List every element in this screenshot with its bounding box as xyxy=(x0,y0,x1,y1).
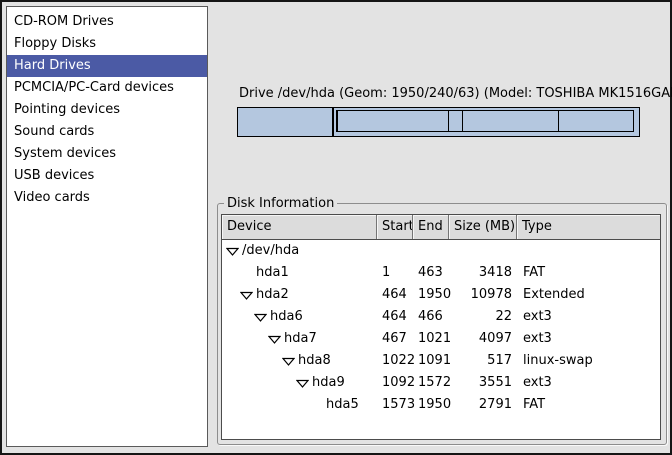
device-name: hda8 xyxy=(298,350,331,372)
column-header-start[interactable]: Start xyxy=(377,215,413,239)
end-cell: 463 xyxy=(413,262,449,284)
expander-open-icon[interactable] xyxy=(268,335,281,344)
column-header-end[interactable]: End xyxy=(413,215,449,239)
size-cell: 3551 xyxy=(449,372,517,394)
expander-open-icon[interactable] xyxy=(240,291,253,300)
table-row-hda5[interactable]: hda5 157319502791FAT xyxy=(222,394,660,416)
sidebar-item-pointing-devices[interactable]: Pointing devices xyxy=(7,99,207,121)
start-cell: 1 xyxy=(377,262,413,284)
expander-icon[interactable] xyxy=(226,247,242,256)
end-cell: 1021 xyxy=(413,328,449,350)
start-cell: 464 xyxy=(377,284,413,306)
table-row-hda1[interactable]: hda1 14633418FAT xyxy=(222,262,660,284)
table-row-hda7[interactable]: hda7 46710214097ext3 xyxy=(222,328,660,350)
partition-segment-hda9 xyxy=(462,110,559,132)
size-cell: 517 xyxy=(449,350,517,372)
expander-open-icon[interactable] xyxy=(226,247,239,256)
partition-segment-hda1 xyxy=(238,108,333,136)
sidebar-item-system-devices[interactable]: System devices xyxy=(7,143,207,165)
expander-icon[interactable] xyxy=(240,291,256,300)
device-cell: hda2 xyxy=(222,284,377,306)
start-cell: 1573 xyxy=(377,394,413,416)
table-row-hda9[interactable]: hda9 109215723551ext3 xyxy=(222,372,660,394)
column-header-type[interactable]: Type xyxy=(517,215,660,239)
end-cell: 1091 xyxy=(413,350,449,372)
size-cell xyxy=(449,240,517,262)
sidebar-item-cd-rom-drives[interactable]: CD-ROM Drives xyxy=(7,11,207,33)
device-category-list[interactable]: CD-ROM DrivesFloppy DisksHard DrivesPCMC… xyxy=(6,6,208,447)
logical-partitions xyxy=(336,110,637,132)
disk-information-frame: Disk Information Device Start End Size (… xyxy=(217,203,667,445)
sidebar-item-hard-drives[interactable]: Hard Drives xyxy=(7,55,207,77)
sidebar-item-floppy-disks[interactable]: Floppy Disks xyxy=(7,33,207,55)
device-name: hda6 xyxy=(270,306,303,328)
table-row-hda6[interactable]: hda6 46446622ext3 xyxy=(222,306,660,328)
sidebar-item-usb-devices[interactable]: USB devices xyxy=(7,165,207,187)
device-cell: /dev/hda xyxy=(222,240,377,262)
end-cell: 466 xyxy=(413,306,449,328)
end-cell: 1950 xyxy=(413,284,449,306)
partition-segment-hda2-extended xyxy=(333,108,639,136)
device-name: hda1 xyxy=(256,262,289,284)
size-cell: 2791 xyxy=(449,394,517,416)
device-cell: hda9 xyxy=(222,372,377,394)
start-cell: 464 xyxy=(377,306,413,328)
disk-table-body: /dev/hdahda114633418FAThda2464195010978E… xyxy=(222,240,660,416)
type-cell: linux-swap xyxy=(517,350,660,372)
type-cell: FAT xyxy=(517,262,660,284)
type-cell: FAT xyxy=(517,394,660,416)
device-cell: hda7 xyxy=(222,328,377,350)
drive-title: Drive /dev/hda (Geom: 1950/240/63) (Mode… xyxy=(239,86,672,101)
column-header-device[interactable]: Device xyxy=(222,215,377,239)
device-name: hda5 xyxy=(326,394,359,416)
sidebar-item-video-cards[interactable]: Video cards xyxy=(7,187,207,209)
expander-open-icon[interactable] xyxy=(296,379,309,388)
column-header-size-mb[interactable]: Size (MB) xyxy=(449,215,517,239)
frame-label: Disk Information xyxy=(224,195,337,212)
partition-bar xyxy=(237,107,640,137)
type-cell: ext3 xyxy=(517,372,660,394)
start-cell xyxy=(377,240,413,262)
expander-open-icon[interactable] xyxy=(282,357,295,366)
partition-segment-hda5 xyxy=(558,110,634,132)
device-cell: hda6 xyxy=(222,306,377,328)
end-cell xyxy=(413,240,449,262)
device-name: hda2 xyxy=(256,284,289,306)
device-cell: hda5 xyxy=(222,394,377,416)
expander-open-icon[interactable] xyxy=(254,313,267,322)
type-cell: ext3 xyxy=(517,328,660,350)
disk-table-header: Device Start End Size (MB) Type xyxy=(222,215,660,240)
type-cell: ext3 xyxy=(517,306,660,328)
partition-segment-hda7 xyxy=(337,110,449,132)
end-cell: 1950 xyxy=(413,394,449,416)
disk-table: Device Start End Size (MB) Type /dev/hda… xyxy=(221,214,661,440)
table-row--dev-hda[interactable]: /dev/hda xyxy=(222,240,660,262)
start-cell: 1092 xyxy=(377,372,413,394)
device-name: hda9 xyxy=(312,372,345,394)
start-cell: 1022 xyxy=(377,350,413,372)
expander-icon[interactable] xyxy=(296,379,312,388)
size-cell: 4097 xyxy=(449,328,517,350)
partition-segment-hda8 xyxy=(448,110,462,132)
size-cell: 3418 xyxy=(449,262,517,284)
table-row-hda2[interactable]: hda2 464195010978Extended xyxy=(222,284,660,306)
size-cell: 10978 xyxy=(449,284,517,306)
sidebar-item-pcmcia-pc-card-devices[interactable]: PCMCIA/PC-Card devices xyxy=(7,77,207,99)
end-cell: 1572 xyxy=(413,372,449,394)
device-name: hda7 xyxy=(284,328,317,350)
device-cell: hda8 xyxy=(222,350,377,372)
type-cell xyxy=(517,240,660,262)
expander-icon[interactable] xyxy=(254,313,270,322)
table-row-hda8[interactable]: hda8 10221091517linux-swap xyxy=(222,350,660,372)
expander-icon[interactable] xyxy=(268,335,284,344)
device-cell: hda1 xyxy=(222,262,377,284)
device-name: /dev/hda xyxy=(242,240,299,262)
type-cell: Extended xyxy=(517,284,660,306)
start-cell: 467 xyxy=(377,328,413,350)
size-cell: 22 xyxy=(449,306,517,328)
sidebar-item-sound-cards[interactable]: Sound cards xyxy=(7,121,207,143)
expander-icon[interactable] xyxy=(282,357,298,366)
